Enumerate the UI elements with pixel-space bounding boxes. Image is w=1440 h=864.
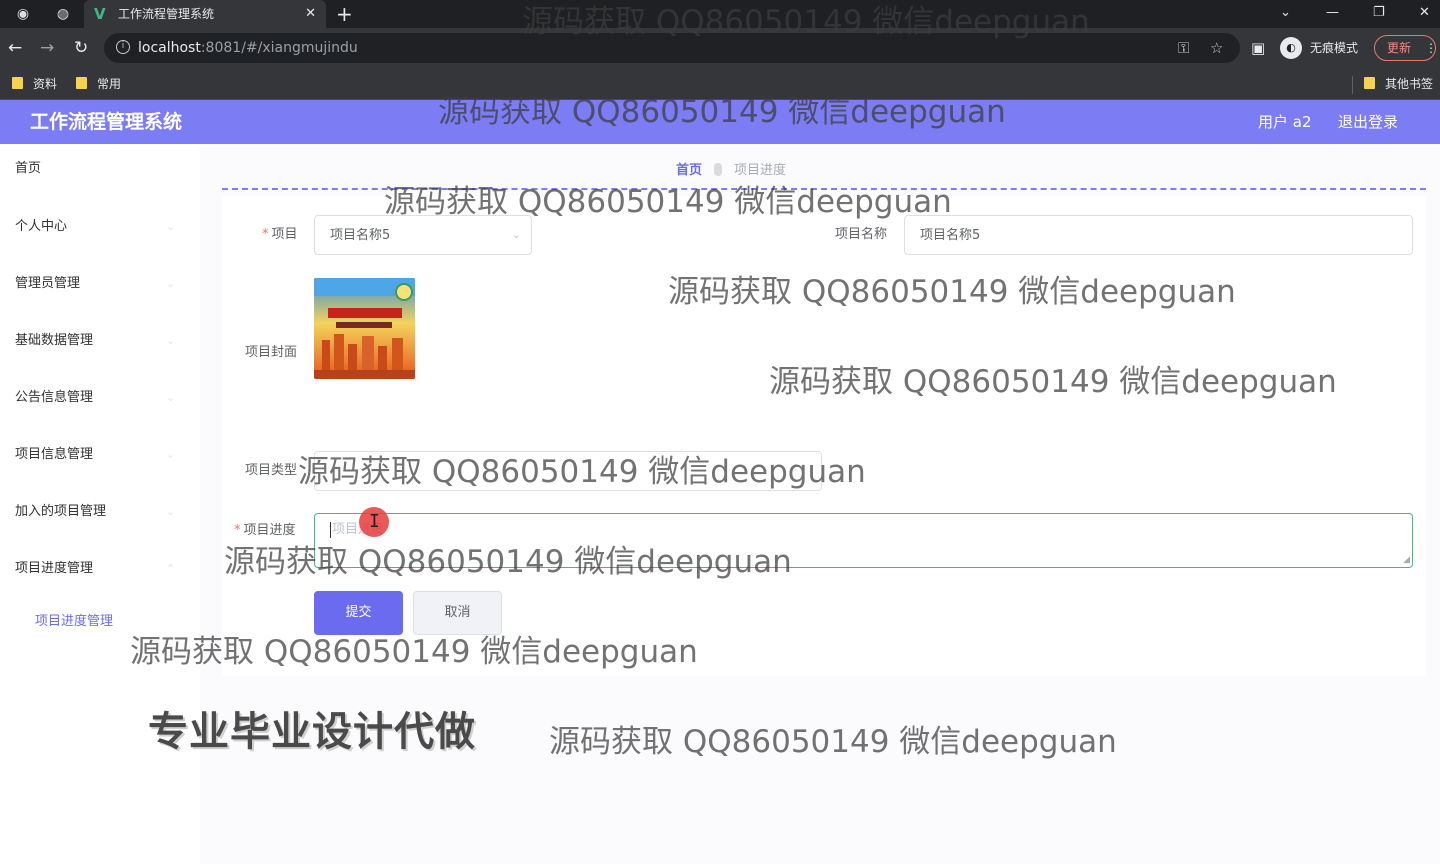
sidebar-item-label: 首页 xyxy=(15,161,42,176)
bookmark-folder-ziliao[interactable]: 资料 xyxy=(12,75,57,93)
update-button[interactable]: 更新 ⋮ xyxy=(1374,35,1437,61)
key-icon[interactable]: ⚿ xyxy=(1178,38,1189,58)
promo-text: 专业毕业设计代做 xyxy=(148,709,476,755)
sidebar-item-home[interactable]: 首页 xyxy=(0,150,200,190)
text-cursor-icon: I xyxy=(369,511,380,532)
chevron-down-icon: ⌄ xyxy=(166,505,176,518)
watermark-text: 源码获取 QQ86050149 微信deepguan xyxy=(522,4,1090,40)
project-name-value: 项目名称5 xyxy=(920,228,981,243)
vue-favicon-icon: V xyxy=(94,5,106,23)
breadcrumb-home[interactable]: 首页 xyxy=(676,163,702,178)
browser-menu-icon[interactable]: ◉ xyxy=(12,4,34,24)
breadcrumb-current: 项目进度 xyxy=(734,163,787,178)
back-arrow-icon[interactable]: ← xyxy=(8,37,22,59)
minimize-icon[interactable]: — xyxy=(1326,4,1339,22)
logout-link[interactable]: 退出登录 xyxy=(1338,112,1398,132)
sidebar-item-label: 项目信息管理 xyxy=(15,447,94,462)
type-label: 项目类型 xyxy=(245,463,298,478)
window-close-icon[interactable]: ✕ xyxy=(1419,4,1430,22)
project-select[interactable]: 项目名称5 ⌄ xyxy=(314,215,532,255)
cover-label: 项目封面 xyxy=(245,345,298,360)
restore-icon[interactable]: ❐ xyxy=(1373,4,1385,22)
cancel-button[interactable]: 取消 xyxy=(413,591,502,635)
chevron-down-icon: ⌄ xyxy=(166,448,176,461)
project-select-value: 项目名称5 xyxy=(330,228,391,243)
required-mark: * xyxy=(262,227,269,242)
sidebar-item-basic-data[interactable]: 基础数据管理 ⌄ xyxy=(0,322,200,362)
breadcrumb-separator-icon xyxy=(714,163,723,176)
forward-arrow-icon[interactable]: → xyxy=(40,37,54,59)
chevron-down-icon: ⌄ xyxy=(166,220,176,233)
sidebar-item-label: 基础数据管理 xyxy=(15,333,94,348)
folder-icon xyxy=(1364,77,1375,89)
sidebar-item-label: 加入的项目管理 xyxy=(15,504,107,519)
watermark-text: 源码获取 QQ86050149 微信deepguan xyxy=(298,454,866,490)
sidebar-item-personal-center[interactable]: 个人中心 ⌄ xyxy=(0,208,200,248)
url-text[interactable]: localhost:8081/#/xiangmujindu xyxy=(138,39,358,57)
sidebar-subitem-label: 项目进度管理 xyxy=(35,614,114,629)
bookmark-folder-changyong[interactable]: 常用 xyxy=(76,75,121,93)
bookmark-star-icon[interactable]: ☆ xyxy=(1210,38,1223,58)
chevron-down-icon: ⌄ xyxy=(166,391,176,404)
sidebar: 首页 个人中心 ⌄ 管理员管理 ⌄ 基础数据管理 ⌄ 公告信息管理 ⌄ 项目信息… xyxy=(0,144,200,864)
sidebar-item-label: 项目进度管理 xyxy=(15,561,94,576)
side-panel-icon[interactable]: ▣ xyxy=(1251,37,1265,59)
submit-button[interactable]: 提交 xyxy=(314,591,403,635)
project-cover-image[interactable] xyxy=(314,278,415,379)
more-menu-icon[interactable]: ⋮ xyxy=(1425,36,1437,60)
tab-title: 工作流程管理系统 xyxy=(118,7,215,21)
breadcrumb: 首页 项目进度 xyxy=(676,161,786,181)
watermark-text: 源码获取 QQ86050149 微信deepguan xyxy=(384,184,952,220)
sidebar-item-project-info[interactable]: 项目信息管理 ⌄ xyxy=(0,436,200,476)
sidebar-item-joined-projects[interactable]: 加入的项目管理 ⌄ xyxy=(0,493,200,533)
bookmark-other[interactable]: 其他书签 xyxy=(1364,75,1433,93)
header-user: 用户 a2 xyxy=(1258,113,1312,131)
watermark-text: 源码获取 QQ86050149 微信deepguan xyxy=(769,364,1337,400)
incognito-label: 无痕模式 xyxy=(1310,41,1359,55)
sidebar-item-admin-management[interactable]: 管理员管理 ⌄ xyxy=(0,265,200,305)
folder-icon xyxy=(76,77,87,89)
folder-icon xyxy=(12,77,23,89)
chevron-up-icon: ⌃ xyxy=(166,562,176,575)
required-mark: * xyxy=(234,523,241,538)
sidebar-item-announcements[interactable]: 公告信息管理 ⌄ xyxy=(0,379,200,419)
watermark-text: 源码获取 QQ86050149 微信deepguan xyxy=(668,274,1236,310)
bookmark-separator xyxy=(1352,76,1353,94)
chevron-down-icon: ⌄ xyxy=(511,228,521,241)
watermark-text: 源码获取 QQ86050149 微信deepguan xyxy=(224,544,792,580)
resize-grip-icon[interactable]: ◢ xyxy=(1403,556,1410,565)
text-caret xyxy=(330,522,331,538)
chevron-down-icon: ⌄ xyxy=(166,277,176,290)
tab-search-icon[interactable]: ◍ xyxy=(52,4,74,24)
sidebar-item-label: 管理员管理 xyxy=(15,276,81,291)
watermark-text: 源码获取 QQ86050149 微信deepguan xyxy=(438,94,1006,130)
sidebar-item-label: 个人中心 xyxy=(15,219,68,234)
watermark-text: 源码获取 QQ86050149 微信deepguan xyxy=(549,724,1117,760)
sidebar-item-project-progress[interactable]: 项目进度管理 ⌃ xyxy=(0,550,200,590)
update-label: 更新 xyxy=(1387,41,1412,55)
cover-poster-graphic xyxy=(314,278,415,379)
tab-close-icon[interactable]: ✕ xyxy=(305,5,316,23)
app-title: 工作流程管理系统 xyxy=(30,111,183,133)
new-tab-button[interactable]: + xyxy=(336,2,353,26)
watermark-text: 源码获取 QQ86050149 微信deepguan xyxy=(130,634,698,670)
tab-list-chevron-icon[interactable]: ⌄ xyxy=(1280,4,1291,22)
incognito-icon: ◐ xyxy=(1280,37,1302,59)
project-label: * 项目 xyxy=(262,227,298,242)
reload-icon[interactable]: ↻ xyxy=(74,37,88,59)
project-name-label: 项目名称 xyxy=(835,227,888,242)
sidebar-item-label: 公告信息管理 xyxy=(15,390,94,405)
project-name-field[interactable]: 项目名称5 xyxy=(904,215,1413,255)
chevron-down-icon: ⌄ xyxy=(166,334,176,347)
site-info-icon[interactable]: i xyxy=(116,40,130,54)
browser-tab-active[interactable]: V 工作流程管理系统 ✕ xyxy=(84,0,326,28)
progress-label: * 项目进度 xyxy=(234,523,296,538)
